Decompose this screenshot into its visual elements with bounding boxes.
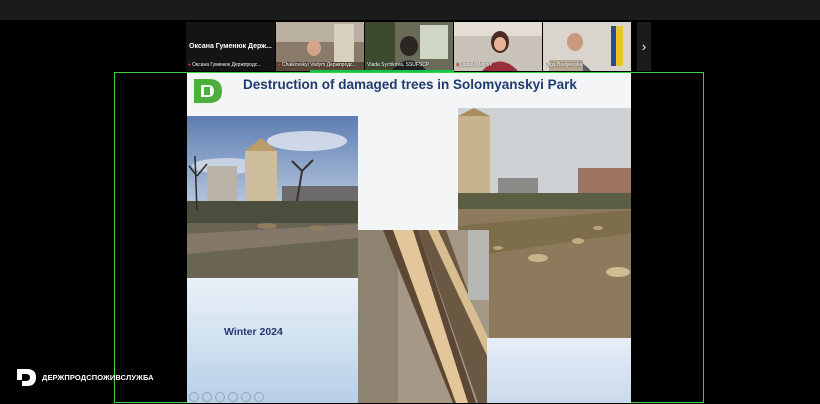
mic-muted-icon: ●	[456, 62, 460, 68]
participant-tile[interactable]: ●Liubov Melnyk	[454, 22, 542, 71]
grid-icon[interactable]	[228, 392, 238, 402]
participant-name: ●Liubov Melnyk	[456, 62, 492, 68]
mic-muted-icon: ●	[278, 62, 282, 68]
top-bar	[0, 0, 820, 20]
skyline-photo	[187, 116, 358, 278]
decorative-panel	[487, 338, 631, 403]
participant-display-name: Оксана Гуменюк Держ...	[189, 43, 272, 50]
winter-caption: Winter 2024	[224, 326, 283, 338]
next-page-button[interactable]: ›	[637, 22, 651, 71]
participant-tile[interactable]: Olga Baslyevska	[543, 22, 631, 71]
winter-caption-panel	[187, 278, 358, 403]
brand-name: ДЕРЖПРОДСПОЖИВСЛУЖБА	[42, 373, 154, 382]
zoom-icon[interactable]	[241, 392, 251, 402]
participant-strip: Оксана Гуменюк Держ... ●Оксана Гуменюк Д…	[186, 22, 636, 71]
participant-name: Vlada Sychkova, SSUFSCP	[367, 62, 430, 68]
agency-logo-icon	[194, 79, 222, 103]
slide-controls	[187, 392, 264, 402]
participant-name: ●Chaikovskyi Vadym Держпродс...	[278, 62, 357, 68]
damaged-trunk-photo	[358, 230, 489, 403]
pen-icon[interactable]	[215, 392, 225, 402]
shared-slide: Destruction of damaged trees in Solomyan…	[187, 73, 631, 403]
brand-logo-icon	[17, 369, 36, 386]
participant-tile[interactable]: Оксана Гуменюк Держ... ●Оксана Гуменюк Д…	[186, 22, 275, 71]
participant-name: ●Оксана Гуменюк Держпродс...	[188, 62, 262, 68]
more-options-icon[interactable]	[254, 392, 264, 402]
agency-branding: ДЕРЖПРОДСПОЖИВСЛУЖБА	[16, 368, 154, 387]
slide-title: Destruction of damaged trees in Solomyan…	[243, 77, 577, 92]
participant-tile[interactable]: Vlada Sychkova, SSUFSCP	[365, 22, 453, 71]
participant-tile[interactable]: ●Chaikovskyi Vadym Держпродс...	[276, 22, 364, 71]
chevron-right-icon: ›	[641, 39, 647, 54]
next-slide-icon[interactable]	[202, 392, 212, 402]
mic-muted-icon: ●	[188, 62, 192, 68]
previous-slide-icon[interactable]	[189, 392, 199, 402]
participant-name: Olga Baslyevska	[545, 62, 583, 68]
